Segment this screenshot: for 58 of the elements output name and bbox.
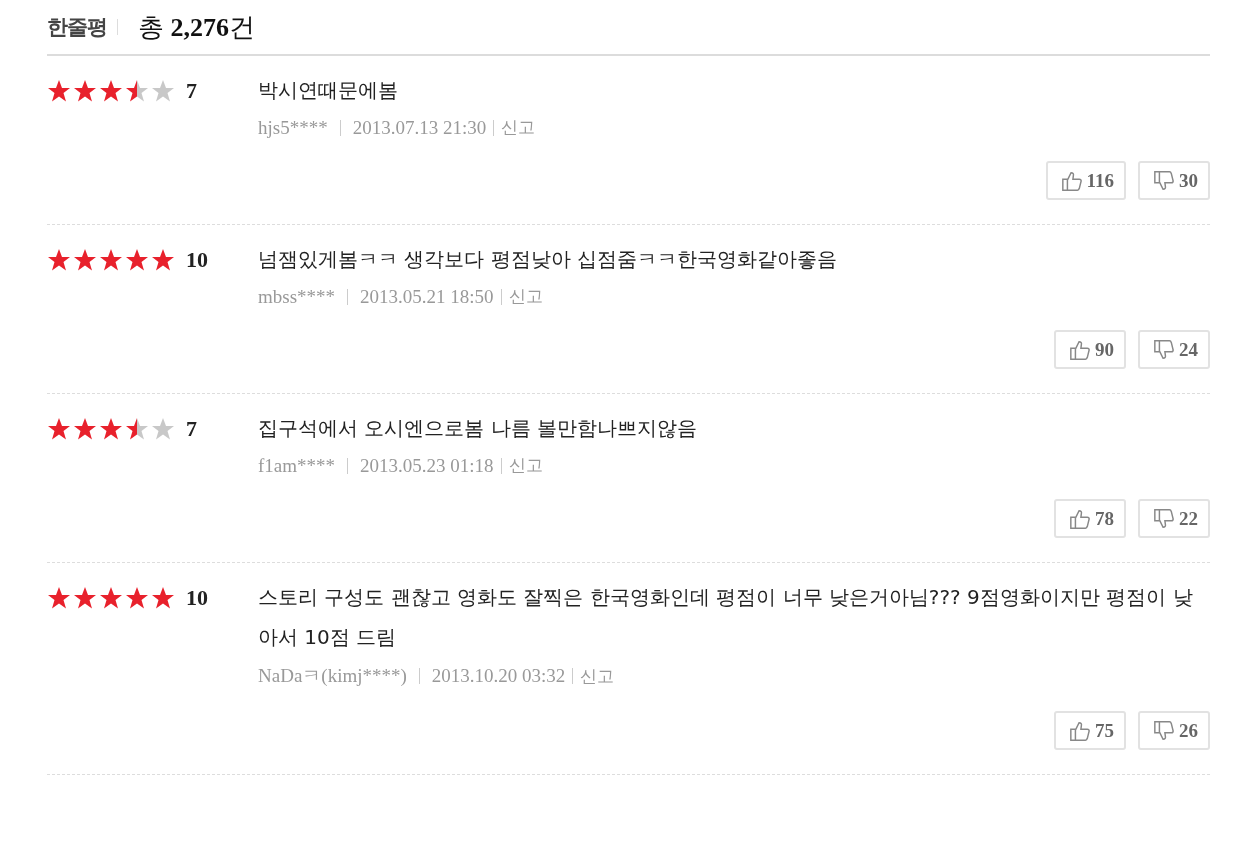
- star-icon: [73, 79, 97, 103]
- like-button[interactable]: 90: [1054, 330, 1126, 369]
- star-icon: [99, 586, 123, 610]
- star-icon: [99, 417, 123, 441]
- star-icon: [125, 586, 149, 610]
- rating-score: 10: [186, 247, 209, 274]
- report-link[interactable]: 신고: [501, 116, 536, 139]
- star-icon: [47, 586, 71, 610]
- rating-score: 7: [186, 78, 198, 105]
- dislike-button[interactable]: 26: [1138, 711, 1210, 750]
- user-id: f1am****: [258, 454, 336, 477]
- review-text: 스토리 구성도 괜찮고 영화도 잘찍은 한국영화인데 평점이 너무 낮은거아님??? 9점영화이지만 평점이 낮아서 10점 드림: [258, 584, 1194, 651]
- thumbs-up-icon: [1069, 338, 1091, 361]
- thumbs-up-icon: [1069, 719, 1091, 742]
- star-icon: [151, 417, 175, 441]
- section-title: 한줄평: [47, 14, 107, 41]
- thumbs-down-icon: [1153, 507, 1175, 530]
- user-id: hjs5****: [258, 116, 328, 139]
- thumbs-up-icon: [1069, 507, 1091, 530]
- rating-score: 7: [186, 416, 198, 443]
- star-icon: [47, 79, 71, 103]
- total-count: 총 2,276건: [138, 11, 255, 44]
- star-icon: [73, 417, 97, 441]
- user-id: mbss****: [258, 285, 336, 308]
- like-button[interactable]: 75: [1054, 711, 1126, 750]
- star-icon: [151, 248, 175, 272]
- like-button[interactable]: 116: [1045, 161, 1126, 200]
- review-date: 2013.05.23 01:18: [360, 454, 494, 477]
- review-date: 2013.07.13 21:30: [352, 116, 487, 139]
- dislike-button[interactable]: 30: [1138, 161, 1210, 200]
- star-icon: [151, 586, 175, 610]
- dislike-button[interactable]: 22: [1138, 499, 1210, 538]
- review-text: 집구석에서 오시엔으로봄 나름 볼만함나쁘지않음: [258, 415, 699, 442]
- star-icon: [99, 79, 123, 103]
- thumbs-down-icon: [1153, 169, 1175, 192]
- thumbs-down-icon: [1153, 338, 1175, 361]
- user-id: NaDaㅋ(kimj****): [258, 664, 407, 688]
- thumbs-up-icon: [1060, 169, 1083, 192]
- review-text: 박시연때문에봄: [258, 77, 399, 104]
- star-icon: [47, 417, 71, 441]
- thumbs-down-icon: [1153, 719, 1175, 742]
- review-date: 2013.10.20 03:32: [431, 665, 566, 687]
- report-link[interactable]: 신고: [508, 454, 543, 477]
- star-icon: [125, 248, 149, 272]
- review-text: 넘잼있게봄ㅋㅋ 생각보다 평점낮아 십점줌ㅋㅋ한국영화같아좋음: [258, 246, 839, 273]
- report-link[interactable]: 신고: [508, 285, 543, 308]
- rating-score: 10: [186, 585, 209, 612]
- review-date: 2013.05.21 18:50: [360, 285, 494, 308]
- dislike-button[interactable]: 24: [1138, 330, 1210, 369]
- star-icon: [151, 79, 175, 103]
- star-icon: [73, 248, 97, 272]
- star-icon: [125, 417, 149, 441]
- star-icon: [99, 248, 123, 272]
- star-icon: [73, 586, 97, 610]
- report-link[interactable]: 신고: [580, 664, 615, 688]
- star-icon: [125, 79, 149, 103]
- like-button[interactable]: 78: [1054, 499, 1126, 538]
- star-icon: [47, 248, 71, 272]
